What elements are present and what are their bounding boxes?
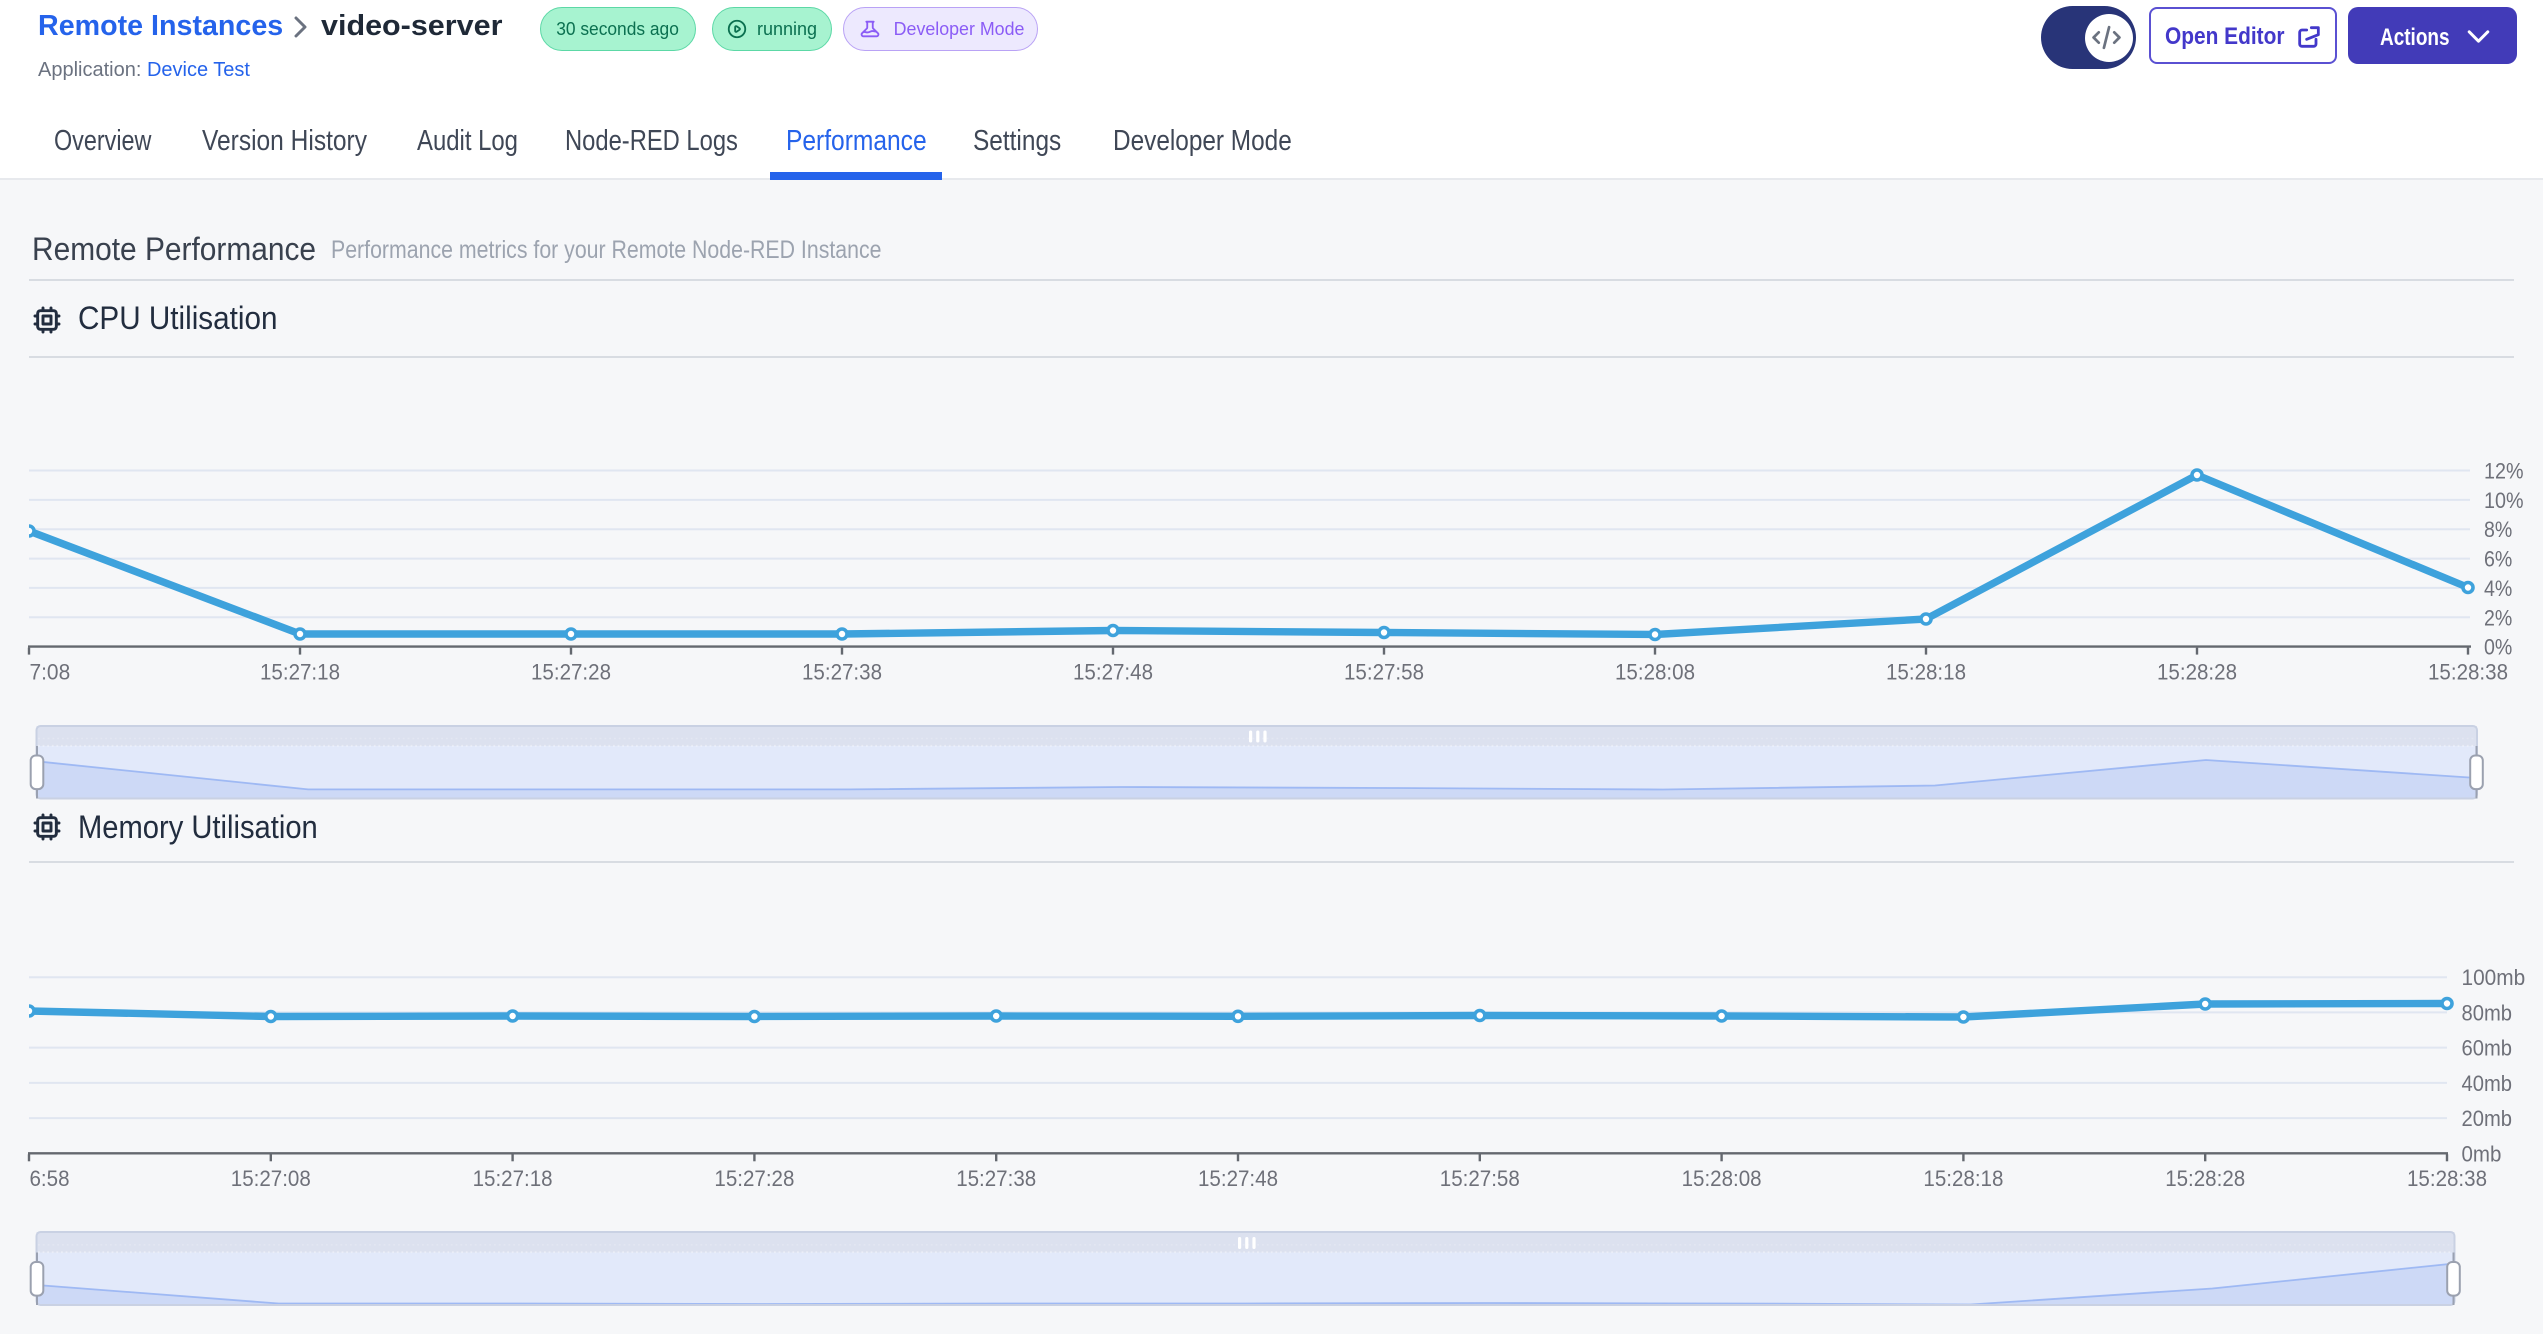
svg-text:15:28:08: 15:28:08 (1615, 659, 1695, 684)
svg-text:8%: 8% (2484, 517, 2512, 542)
svg-text:15:28:08: 15:28:08 (1682, 1166, 1762, 1191)
svg-text:15:27:38: 15:27:38 (956, 1166, 1036, 1191)
svg-text:15:27:28: 15:27:28 (714, 1166, 794, 1191)
svg-text:4%: 4% (2484, 576, 2512, 601)
svg-text:15:27:18: 15:27:18 (473, 1166, 553, 1191)
svg-text:15:27:48: 15:27:48 (1073, 659, 1153, 684)
svg-text:15:27:28: 15:27:28 (531, 659, 611, 684)
svg-text:7:08: 7:08 (30, 659, 71, 684)
svg-text:10%: 10% (2484, 488, 2524, 513)
svg-text:15:28:18: 15:28:18 (1886, 659, 1966, 684)
svg-text:15:27:48: 15:27:48 (1198, 1166, 1278, 1191)
svg-text:15:28:18: 15:28:18 (1923, 1166, 2003, 1191)
svg-text:6%: 6% (2484, 547, 2512, 572)
svg-text:15:27:58: 15:27:58 (1344, 659, 1424, 684)
svg-text:15:28:28: 15:28:28 (2165, 1166, 2245, 1191)
svg-text:2%: 2% (2484, 605, 2512, 630)
svg-text:0mb: 0mb (2462, 1141, 2502, 1166)
svg-text:15:27:18: 15:27:18 (260, 659, 340, 684)
svg-text:60mb: 60mb (2462, 1036, 2513, 1061)
svg-text:6:58: 6:58 (30, 1166, 70, 1191)
svg-text:20mb: 20mb (2462, 1106, 2513, 1131)
svg-text:80mb: 80mb (2462, 1000, 2513, 1025)
svg-text:15:28:38: 15:28:38 (2428, 659, 2508, 684)
svg-text:40mb: 40mb (2462, 1071, 2513, 1096)
svg-text:100mb: 100mb (2462, 965, 2526, 990)
svg-text:15:27:08: 15:27:08 (231, 1166, 311, 1191)
svg-text:15:28:38: 15:28:38 (2407, 1166, 2487, 1191)
svg-text:12%: 12% (2484, 459, 2524, 484)
svg-text:15:28:28: 15:28:28 (2157, 659, 2237, 684)
svg-text:15:27:58: 15:27:58 (1440, 1166, 1520, 1191)
svg-text:0%: 0% (2484, 635, 2512, 660)
svg-text:15:27:38: 15:27:38 (802, 659, 882, 684)
